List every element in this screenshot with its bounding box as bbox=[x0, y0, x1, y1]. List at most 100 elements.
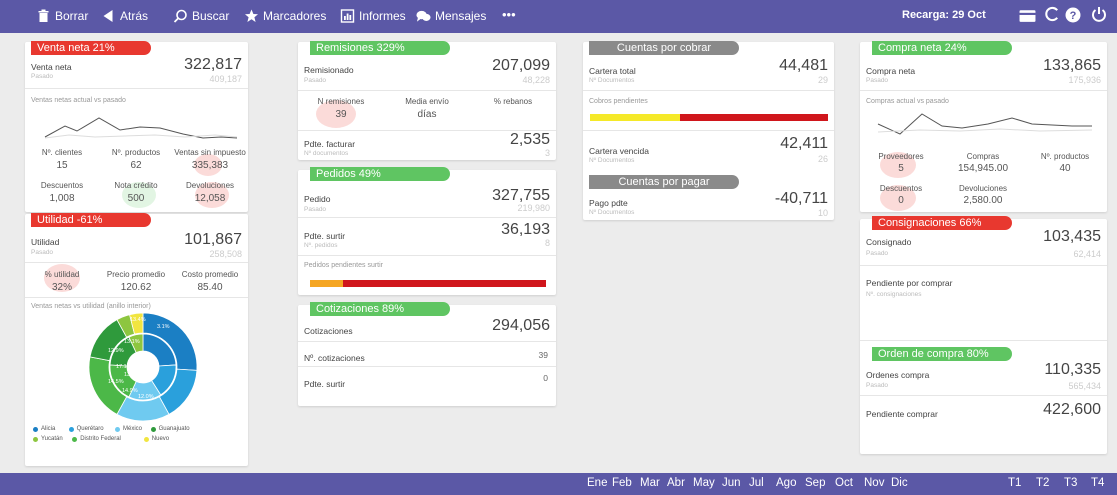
card-view-button[interactable] bbox=[1019, 8, 1036, 23]
legend-item[interactable]: Nuevo bbox=[143, 436, 169, 442]
venta-descuentos-value: 1,008 bbox=[49, 193, 75, 204]
donut-label: 17.1% bbox=[116, 364, 132, 370]
legend-dot-icon bbox=[33, 436, 38, 442]
cartera-vencida-label: Cartera vencida bbox=[589, 146, 650, 156]
pago-pdte-value: -40,711 bbox=[774, 190, 828, 207]
cuentas-cobrar-card: Cuentas por cobrar Cartera total Nº Docu… bbox=[583, 41, 834, 220]
venta-neta-card: Venta neta 21% Venta neta Pasado 322,817… bbox=[25, 41, 248, 212]
informes-button[interactable]: Informes bbox=[340, 9, 406, 23]
quarter-t2[interactable]: T2 bbox=[1036, 477, 1049, 489]
proveedores-label: Proveedores bbox=[878, 152, 924, 161]
legend-dot-icon bbox=[68, 426, 74, 432]
more-button[interactable]: ••• bbox=[502, 7, 516, 22]
atras-button[interactable]: Atrás bbox=[101, 9, 148, 23]
cartera-vencida-sub: Nº Documentos bbox=[589, 157, 635, 164]
refresh-icon bbox=[1045, 6, 1058, 22]
compras-value: 154,945.00 bbox=[957, 163, 1009, 174]
compra-neta-card: Compra neta 24% Compra neta Pasado 133,8… bbox=[860, 41, 1107, 212]
month-nov[interactable]: Nov bbox=[864, 477, 884, 489]
power-button[interactable] bbox=[1091, 6, 1107, 22]
ordenes-compra-label: Ordenes compra bbox=[866, 370, 930, 380]
donut-label: 13.4% bbox=[130, 317, 146, 323]
pdte-facturar-count: 3 bbox=[544, 148, 550, 158]
month-ene[interactable]: Ene bbox=[587, 477, 607, 489]
legend-item[interactable]: Querétaro bbox=[68, 426, 104, 432]
pedido-pasado-label: Pasado bbox=[304, 206, 327, 213]
n-remisiones-label: N remisiones bbox=[317, 97, 365, 106]
cartera-total-value: 44,481 bbox=[779, 57, 828, 74]
month-jun[interactable]: Jun bbox=[722, 477, 741, 489]
divider bbox=[583, 90, 834, 91]
legend-label: Guanajuato bbox=[158, 426, 190, 432]
venta-descuentos-label: Descuentos bbox=[40, 181, 84, 190]
marcadores-button[interactable]: Marcadores bbox=[244, 9, 326, 23]
venta-clientes-label: Nº. clientes bbox=[41, 148, 83, 157]
legend-item[interactable]: Yucatán bbox=[33, 436, 63, 442]
buscar-label: Buscar bbox=[192, 9, 230, 23]
mensajes-button[interactable]: Mensajes bbox=[416, 9, 486, 23]
legend-dot-icon bbox=[150, 426, 156, 432]
divider bbox=[298, 366, 556, 367]
legend-item[interactable]: Alicia bbox=[33, 426, 55, 432]
pdte-surtir-count: 8 bbox=[544, 238, 550, 248]
cotizaciones-card: Cotizaciones 89% Cotizaciones 294,056 Nº… bbox=[298, 302, 556, 406]
venta-clientes-value: 15 bbox=[56, 160, 68, 171]
legend-dot-icon bbox=[115, 426, 120, 432]
legend-item[interactable]: Guanajuato bbox=[150, 426, 190, 432]
legend-item[interactable]: México bbox=[115, 426, 142, 432]
compra-productos-label: Nº. productos bbox=[1040, 152, 1090, 161]
month-sep[interactable]: Sep bbox=[805, 477, 825, 489]
refresh-button[interactable] bbox=[1045, 6, 1060, 22]
month-oct[interactable]: Oct bbox=[835, 477, 853, 489]
borrar-button[interactable]: Borrar bbox=[36, 9, 88, 23]
divider bbox=[298, 217, 556, 218]
utilidad-card: Utilidad -61% Utilidad Pasado 101,867 25… bbox=[25, 213, 248, 466]
costo-promedio-value: 85.40 bbox=[197, 282, 223, 293]
cartera-vencida-count: 26 bbox=[817, 154, 828, 164]
month-feb[interactable]: Feb bbox=[612, 477, 632, 489]
donut-chart: 13.4% 3.1% 12.9%13.1% 17.1%3.6% 14.5%13.6% 14… bbox=[88, 312, 198, 422]
remisionado-label: Remisionado bbox=[304, 65, 354, 75]
divider bbox=[298, 341, 556, 342]
utilidad-tag: Utilidad -61% bbox=[31, 213, 151, 227]
month-mar[interactable]: Mar bbox=[640, 477, 660, 489]
cobros-pendientes-label: Cobros pendientes bbox=[589, 98, 648, 105]
month-jul[interactable]: Jul bbox=[749, 477, 764, 489]
legend-item[interactable]: Distrito Federal bbox=[72, 436, 121, 442]
venta-nota-credito-label: Nota crédito bbox=[114, 181, 158, 190]
month-may[interactable]: May bbox=[693, 477, 715, 489]
pdte-facturar-value: 2,535 bbox=[509, 131, 550, 148]
chat-bubbles-icon bbox=[416, 10, 431, 22]
consignaciones-card: Consignaciones 66% Consignado Pasado 103… bbox=[860, 216, 1107, 454]
pago-pdte-count: 10 bbox=[817, 208, 828, 218]
top-toolbar: Borrar Atrás Buscar Marcadores Informes … bbox=[0, 0, 1117, 33]
month-abr[interactable]: Abr bbox=[667, 477, 685, 489]
svg-text:?: ? bbox=[1070, 10, 1077, 22]
compra-pasado-value: 175,936 bbox=[1068, 75, 1101, 85]
pedidos-bar-label: Pedidos pendientes surtir bbox=[304, 262, 383, 269]
legend-dot-icon bbox=[33, 426, 38, 432]
compra-devoluciones-value: 2,580.00 bbox=[963, 195, 1003, 206]
n-cotizaciones-label: Nº. cotizaciones bbox=[304, 353, 365, 363]
divider bbox=[25, 262, 248, 263]
quarter-t3[interactable]: T3 bbox=[1064, 477, 1077, 489]
venta-sin-impuesto-value: 335,383 bbox=[191, 160, 229, 171]
pendiente-comprar-label: Pendiente comprar bbox=[866, 409, 938, 419]
ordenes-compra-value: 110,335 bbox=[1044, 361, 1101, 378]
borrar-label: Borrar bbox=[55, 9, 89, 23]
buscar-button[interactable]: Buscar bbox=[173, 9, 229, 23]
quarter-t1[interactable]: T1 bbox=[1008, 477, 1021, 489]
card-icon bbox=[1019, 10, 1036, 22]
proveedores-value: 5 bbox=[898, 163, 904, 174]
legend-label: Yucatán bbox=[41, 436, 63, 442]
cartera-total-label: Cartera total bbox=[589, 66, 636, 76]
divider bbox=[25, 297, 248, 298]
venta-productos-label: Nº. productos bbox=[111, 148, 161, 157]
month-ago[interactable]: Ago bbox=[776, 477, 796, 489]
venta-neta-value: 322,817 bbox=[184, 56, 242, 73]
month-dic[interactable]: Dic bbox=[891, 477, 908, 489]
help-button[interactable]: ? bbox=[1065, 7, 1081, 23]
utilidad-chart-title: Ventas netas vs utilidad (anillo interio… bbox=[31, 303, 151, 310]
quarter-t4[interactable]: T4 bbox=[1091, 477, 1104, 489]
pedidos-bar-segment bbox=[310, 280, 343, 287]
